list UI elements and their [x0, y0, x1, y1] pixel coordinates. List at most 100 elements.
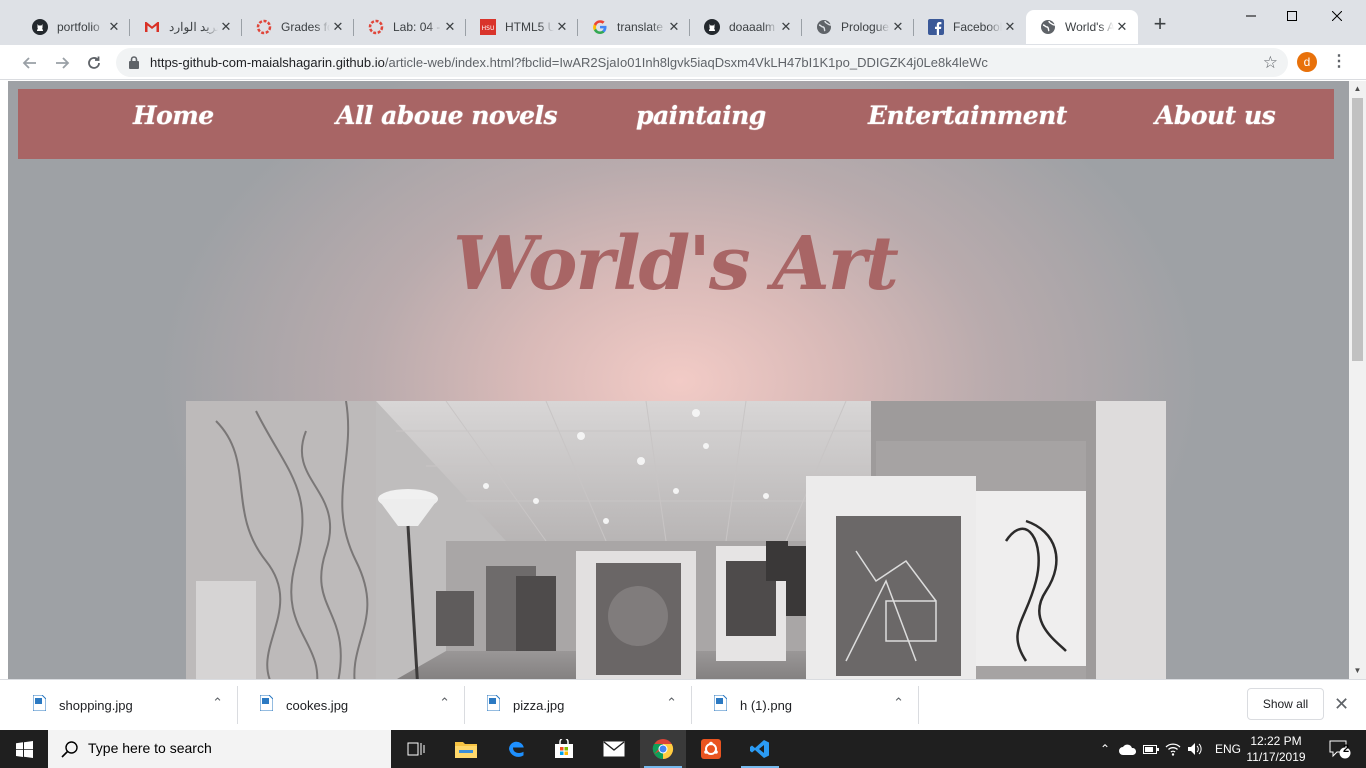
battery-icon[interactable] [1143, 743, 1159, 755]
scroll-up-icon[interactable]: ▲ [1352, 83, 1363, 95]
start-button[interactable] [0, 730, 48, 768]
bookmark-star-icon[interactable]: ☆ [1263, 53, 1278, 73]
chevron-up-icon[interactable]: ⌃ [893, 695, 904, 711]
tab-title: Facebook [953, 20, 1002, 34]
google-icon [592, 19, 608, 35]
wifi-icon[interactable] [1165, 742, 1181, 756]
show-all-button[interactable]: Show all [1247, 688, 1324, 720]
tab-translate[interactable]: translate ✕ [578, 10, 690, 44]
globe-icon [1040, 19, 1056, 35]
download-filename: h (1).png [740, 698, 793, 713]
tab-html5[interactable]: HSU HTML5 U ✕ [466, 10, 578, 44]
download-item[interactable]: shopping.jpg ⌃ [11, 686, 238, 724]
download-item[interactable]: h (1).png ⌃ [692, 686, 919, 724]
new-tab-button[interactable]: + [1148, 13, 1172, 37]
file-explorer-button[interactable] [443, 730, 489, 768]
chrome-button[interactable] [640, 730, 686, 768]
download-item[interactable]: pizza.jpg ⌃ [465, 686, 692, 724]
close-tab-icon[interactable]: ✕ [106, 19, 122, 35]
taskbar-clock[interactable]: 12:22 PM 11/17/2019 [1245, 733, 1307, 765]
vscode-button[interactable] [737, 730, 783, 768]
back-button[interactable] [18, 51, 42, 75]
arrow-right-icon [56, 57, 70, 69]
tab-title: HTML5 U [505, 20, 554, 34]
ubuntu-button[interactable] [688, 730, 734, 768]
close-tab-icon[interactable]: ✕ [330, 19, 346, 35]
close-tab-icon[interactable]: ✕ [666, 19, 682, 35]
browser-toolbar: https-github-com-maialshagarin.github.io… [0, 45, 1366, 80]
folder-icon [455, 742, 477, 758]
download-filename: cookes.jpg [286, 698, 349, 713]
browser-menu-icon[interactable]: ⋮ [1331, 52, 1347, 72]
tab-lab[interactable]: Lab: 04 - ✕ [354, 10, 466, 44]
page-title: World's Art [453, 221, 899, 307]
tab-worlds-art[interactable]: World's A ✕ [1026, 10, 1138, 44]
close-icon [1332, 11, 1342, 21]
facebook-icon [928, 19, 944, 35]
edge-button[interactable] [493, 730, 539, 768]
nav-home[interactable]: Home [133, 101, 214, 130]
close-tab-icon[interactable]: ✕ [218, 19, 234, 35]
close-tab-icon[interactable]: ✕ [1002, 19, 1018, 35]
mail-envelope-icon [603, 741, 625, 757]
close-tab-icon[interactable]: ✕ [778, 19, 794, 35]
close-tab-icon[interactable]: ✕ [890, 19, 906, 35]
system-tray: ⌃ ENG [1097, 730, 1241, 768]
edge-icon [509, 741, 524, 757]
reload-button[interactable] [82, 51, 106, 75]
forward-button[interactable] [50, 51, 74, 75]
tab-title: World's A [1065, 20, 1114, 34]
taskbar-search[interactable]: Type here to search [48, 730, 391, 768]
nav-about[interactable]: About us [1155, 101, 1276, 130]
mail-button[interactable] [591, 730, 637, 768]
tab-title: translate [617, 20, 664, 34]
maximize-button[interactable] [1269, 0, 1315, 32]
chevron-up-icon[interactable]: ⌃ [212, 695, 223, 711]
tab-doaaalm[interactable]: doaaalm ✕ [690, 10, 802, 44]
site-nav: Home All aboue novels paintaing Entertai… [18, 89, 1334, 159]
scroll-down-icon[interactable]: ▼ [1352, 665, 1363, 677]
nav-painting[interactable]: paintaing [636, 101, 766, 130]
tab-title: doaaalm [729, 20, 776, 34]
action-center-button[interactable]: 2 [1320, 730, 1360, 768]
maximize-icon [1287, 11, 1297, 21]
profile-avatar[interactable]: d [1297, 52, 1317, 72]
ubuntu-icon [701, 739, 721, 759]
github-icon [704, 19, 720, 35]
store-button[interactable] [541, 730, 587, 768]
tab-prologue[interactable]: Prologue ✕ [802, 10, 914, 44]
page-scrollbar[interactable]: ▲ ▼ [1349, 81, 1366, 679]
close-tab-icon[interactable]: ✕ [1114, 19, 1130, 35]
input-language[interactable]: ENG [1215, 742, 1241, 756]
image-file-icon [33, 695, 46, 711]
onedrive-cloud-icon[interactable] [1119, 743, 1137, 755]
address-bar[interactable]: https-github-com-maialshagarin.github.io… [116, 48, 1288, 77]
task-view-button[interactable] [393, 730, 439, 768]
close-tab-icon[interactable]: ✕ [554, 19, 570, 35]
minimize-button[interactable] [1228, 0, 1274, 32]
close-window-button[interactable] [1314, 0, 1360, 32]
tab-strip: portfolio ✕ البريد الوارد ✕ Grades fo ✕ … [0, 0, 1366, 45]
chevron-up-icon[interactable]: ⌃ [1097, 742, 1113, 756]
close-tab-icon[interactable]: ✕ [442, 19, 458, 35]
windows-logo-icon [15, 740, 33, 758]
volume-icon[interactable] [1187, 742, 1203, 756]
scrollbar-thumb[interactable] [1352, 98, 1363, 361]
tab-grades[interactable]: Grades fo ✕ [242, 10, 354, 44]
page-margin [0, 81, 8, 679]
notification-count: 2 [1343, 743, 1350, 755]
tab-facebook[interactable]: Facebook ✕ [914, 10, 1026, 44]
tab-portfolio[interactable]: portfolio ✕ [18, 10, 130, 44]
nav-entertainment[interactable]: Entertainment [868, 101, 1067, 130]
download-item[interactable]: cookes.jpg ⌃ [238, 686, 465, 724]
nav-novels[interactable]: All aboue novels [336, 101, 558, 130]
tab-gmail[interactable]: البريد الوارد ✕ [130, 10, 242, 44]
chrome-icon [652, 739, 674, 760]
clock-date: 11/17/2019 [1246, 750, 1306, 764]
minimize-icon [1246, 15, 1256, 17]
chevron-up-icon[interactable]: ⌃ [666, 695, 677, 711]
chevron-up-icon[interactable]: ⌃ [439, 695, 450, 711]
url-path: /article-web/index.html?fbclid=IwAR2SjaI… [384, 55, 988, 70]
download-filename: pizza.jpg [513, 698, 565, 713]
close-icon[interactable]: ✕ [1334, 694, 1349, 714]
